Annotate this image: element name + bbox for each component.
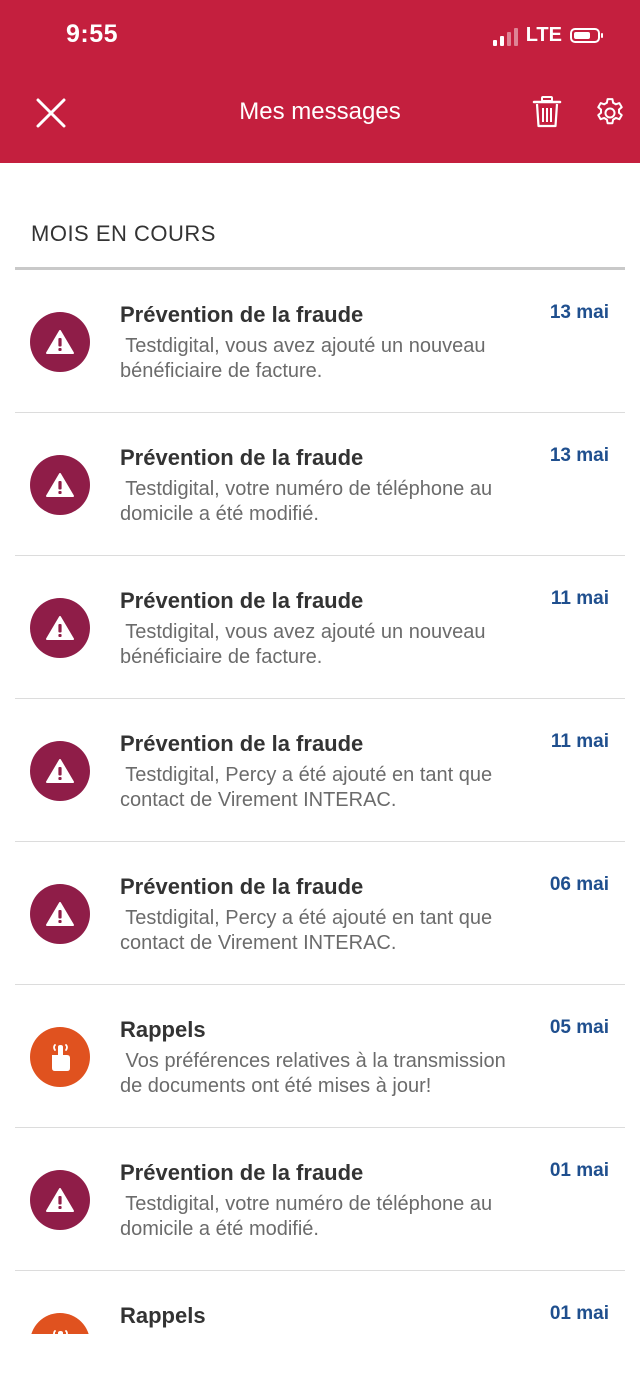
message-date: 13 mai bbox=[549, 445, 609, 466]
message-row[interactable]: Prévention de la fraude 13 mai Testdigita… bbox=[15, 413, 625, 556]
message-title: Prévention de la fraude bbox=[120, 302, 364, 327]
warning-icon bbox=[46, 1188, 74, 1212]
message-body-line: Testdigital, votre numéro de téléphone a… bbox=[120, 478, 493, 500]
settings-button[interactable] bbox=[593, 96, 627, 130]
warning-icon bbox=[46, 759, 74, 783]
message-body: Testdigital, votre numéro de téléphone a… bbox=[120, 1192, 545, 1242]
message-body-line: Testdigital, vous avez ajouté un nouveau bbox=[120, 621, 486, 643]
message-date: 05 mai bbox=[549, 1017, 609, 1038]
message-body-line: bénéficiaire de facture. bbox=[120, 360, 323, 382]
message-body-line: de documents ont été mises à jour! bbox=[120, 1075, 432, 1097]
message-avatar bbox=[30, 598, 90, 658]
message-title: Prévention de la fraude bbox=[120, 874, 364, 899]
message-avatar bbox=[30, 1313, 90, 1334]
warning-icon bbox=[46, 616, 74, 640]
message-avatar bbox=[30, 741, 90, 801]
message-date: 13 mai bbox=[549, 302, 609, 323]
message-row[interactable]: Prévention de la fraude 11 mai Testdigita… bbox=[15, 699, 625, 842]
message-body-line: Vos préférences relatives à la transmiss… bbox=[120, 1050, 506, 1072]
section-title: MOIS EN COURS bbox=[31, 221, 216, 246]
warning-icon bbox=[46, 902, 74, 926]
message-body-line: Testdigital, vous avez ajouté un nouveau bbox=[120, 335, 486, 357]
message-row[interactable]: Rappels 01 mai bbox=[15, 1271, 625, 1334]
message-body: Testdigital, votre numéro de téléphone a… bbox=[120, 477, 545, 527]
signal-icon bbox=[492, 26, 518, 46]
message-list: Prévention de la fraude 13 mai Testdigita… bbox=[15, 270, 625, 1334]
message-avatar bbox=[30, 1027, 90, 1087]
message-avatar bbox=[30, 1170, 90, 1230]
message-title: Prévention de la fraude bbox=[120, 588, 364, 613]
message-body-line: contact de Virement INTERAC. bbox=[120, 789, 397, 811]
trash-icon bbox=[532, 96, 562, 128]
status-indicators: LTE bbox=[492, 24, 603, 47]
battery-icon bbox=[570, 28, 603, 43]
message-title: Rappels bbox=[120, 1303, 206, 1328]
gear-icon bbox=[597, 98, 623, 125]
message-avatar bbox=[30, 455, 90, 515]
message-date: 11 mai bbox=[550, 731, 609, 752]
message-title: Prévention de la fraude bbox=[120, 445, 364, 470]
message-title: Prévention de la fraude bbox=[120, 731, 364, 756]
message-body: Testdigital, Percy a été ajouté en tant … bbox=[120, 763, 545, 813]
message-body-line: Testdigital, Percy a été ajouté en tant … bbox=[120, 907, 493, 929]
message-date: 11 mai bbox=[550, 588, 609, 609]
network-label: LTE bbox=[525, 24, 562, 46]
message-date: 01 mai bbox=[549, 1160, 609, 1181]
message-title: Prévention de la fraude bbox=[120, 1160, 364, 1185]
message-avatar bbox=[30, 884, 90, 944]
delete-button[interactable] bbox=[532, 95, 562, 129]
warning-icon bbox=[46, 473, 74, 497]
reminder-finger-icon bbox=[53, 1330, 68, 1334]
message-row[interactable]: Prévention de la fraude 13 mai Testdigita… bbox=[15, 270, 625, 413]
message-body-line: domicile a été modifié. bbox=[120, 503, 319, 525]
message-date: 01 mai bbox=[549, 1303, 609, 1324]
message-body: Testdigital, vous avez ajouté un nouveau… bbox=[120, 334, 545, 384]
message-title: Rappels bbox=[120, 1017, 206, 1042]
message-body-line: contact de Virement INTERAC. bbox=[120, 932, 397, 954]
message-body-line: Testdigital, Percy a été ajouté en tant … bbox=[120, 764, 493, 786]
reminder-finger-icon bbox=[52, 1044, 70, 1071]
message-row[interactable]: Rappels 05 mai Vos préférences relatives … bbox=[15, 985, 625, 1128]
message-date: 06 mai bbox=[549, 874, 609, 895]
message-avatar bbox=[30, 312, 90, 372]
message-body-line: Testdigital, votre numéro de téléphone a… bbox=[120, 1193, 493, 1215]
message-body-line: bénéficiaire de facture. bbox=[120, 646, 323, 668]
message-row[interactable]: Prévention de la fraude 11 mai Testdigita… bbox=[15, 556, 625, 699]
message-body: Vos préférences relatives à la transmiss… bbox=[120, 1049, 545, 1099]
message-row[interactable]: Prévention de la fraude 06 mai Testdigita… bbox=[15, 842, 625, 985]
app-header: 9:55 LTE Mes messages bbox=[0, 0, 640, 163]
message-row[interactable]: Prévention de la fraude 01 mai Testdigita… bbox=[15, 1128, 625, 1271]
warning-icon bbox=[46, 330, 74, 354]
message-body-line: domicile a été modifié. bbox=[120, 1218, 319, 1240]
status-time: 9:55 bbox=[66, 20, 119, 48]
message-body: Testdigital, vous avez ajouté un nouveau… bbox=[120, 620, 545, 670]
message-body: Testdigital, Percy a été ajouté en tant … bbox=[120, 906, 545, 956]
